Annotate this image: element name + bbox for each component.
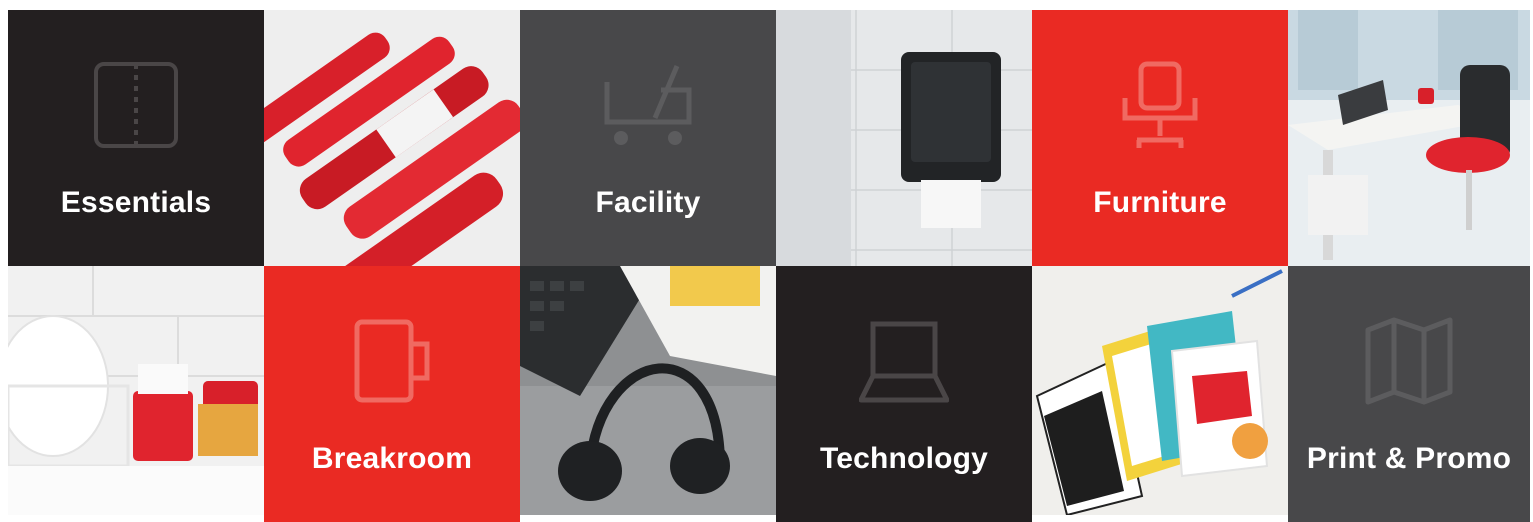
category-label-breakroom: Breakroom — [311, 442, 473, 475]
category-tile-breakroom[interactable]: Breakroom — [264, 266, 520, 522]
cart-icon — [604, 65, 692, 145]
paper-towel-dispenser-photo — [776, 10, 1032, 266]
printed-booklets-photo — [1032, 266, 1288, 522]
headset-keyboard-photo — [520, 266, 776, 522]
breakroom-dishes-photo — [8, 266, 264, 522]
category-tile-technology[interactable]: Technology — [776, 266, 1032, 522]
category-grid: Essentials Facility Furniture Breakroom … — [8, 10, 1530, 522]
category-label-facility: Facility — [595, 186, 701, 219]
category-label-furniture: Furniture — [1093, 186, 1227, 219]
category-label-technology: Technology — [819, 442, 989, 475]
office-chair-icon — [1122, 61, 1198, 148]
category-label-print-promo: Print & Promo — [1306, 442, 1512, 475]
office-desk-chair-photo — [1288, 10, 1530, 266]
mug-icon — [354, 319, 430, 403]
folded-map-icon — [1365, 317, 1453, 405]
laptop-icon — [859, 321, 949, 403]
category-tile-essentials[interactable]: Essentials — [8, 10, 264, 266]
category-tile-facility[interactable]: Facility — [520, 10, 776, 266]
category-tile-print-promo[interactable]: Print & Promo — [1288, 266, 1530, 522]
category-tile-furniture[interactable]: Furniture — [1032, 10, 1288, 266]
binder-icon — [94, 62, 178, 148]
category-label-essentials: Essentials — [60, 186, 212, 219]
red-markers-photo — [264, 10, 520, 266]
